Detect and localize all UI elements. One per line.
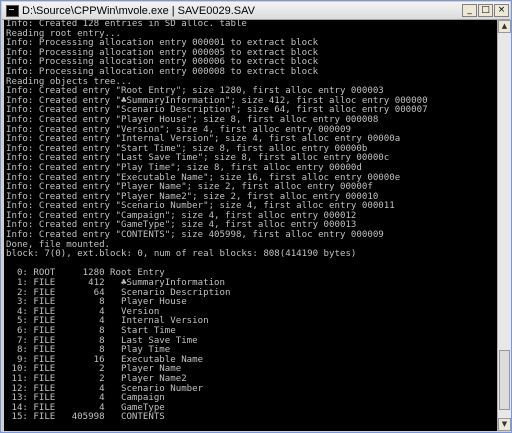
maximize-button[interactable]: □ [478, 4, 493, 17]
console-line: block: 7(0), ext.block: 0, num of real b… [6, 249, 357, 260]
console-line: 15: FILE 405998 CONTENTS [6, 412, 165, 423]
close-button[interactable]: × [494, 4, 509, 17]
minimize-button[interactable]: _ [462, 4, 477, 17]
console-window: D:\Source\CPPWin\mvole.exe | SAVE0029.SA… [0, 0, 512, 433]
vertical-scrollbar[interactable]: ▲ ▼ [497, 20, 511, 431]
scroll-up-icon[interactable]: ▲ [498, 20, 511, 33]
console-app-icon[interactable] [6, 5, 19, 17]
console-output[interactable]: Info: Created 128 entries in SD alloc. t… [4, 20, 497, 431]
window-title: D:\Source\CPPWin\mvole.exe | SAVE0029.SA… [22, 5, 255, 17]
scroll-down-icon[interactable]: ▼ [498, 418, 511, 431]
scroll-thumb[interactable] [499, 350, 510, 410]
title-bar[interactable]: D:\Source\CPPWin\mvole.exe | SAVE0029.SA… [2, 2, 510, 20]
